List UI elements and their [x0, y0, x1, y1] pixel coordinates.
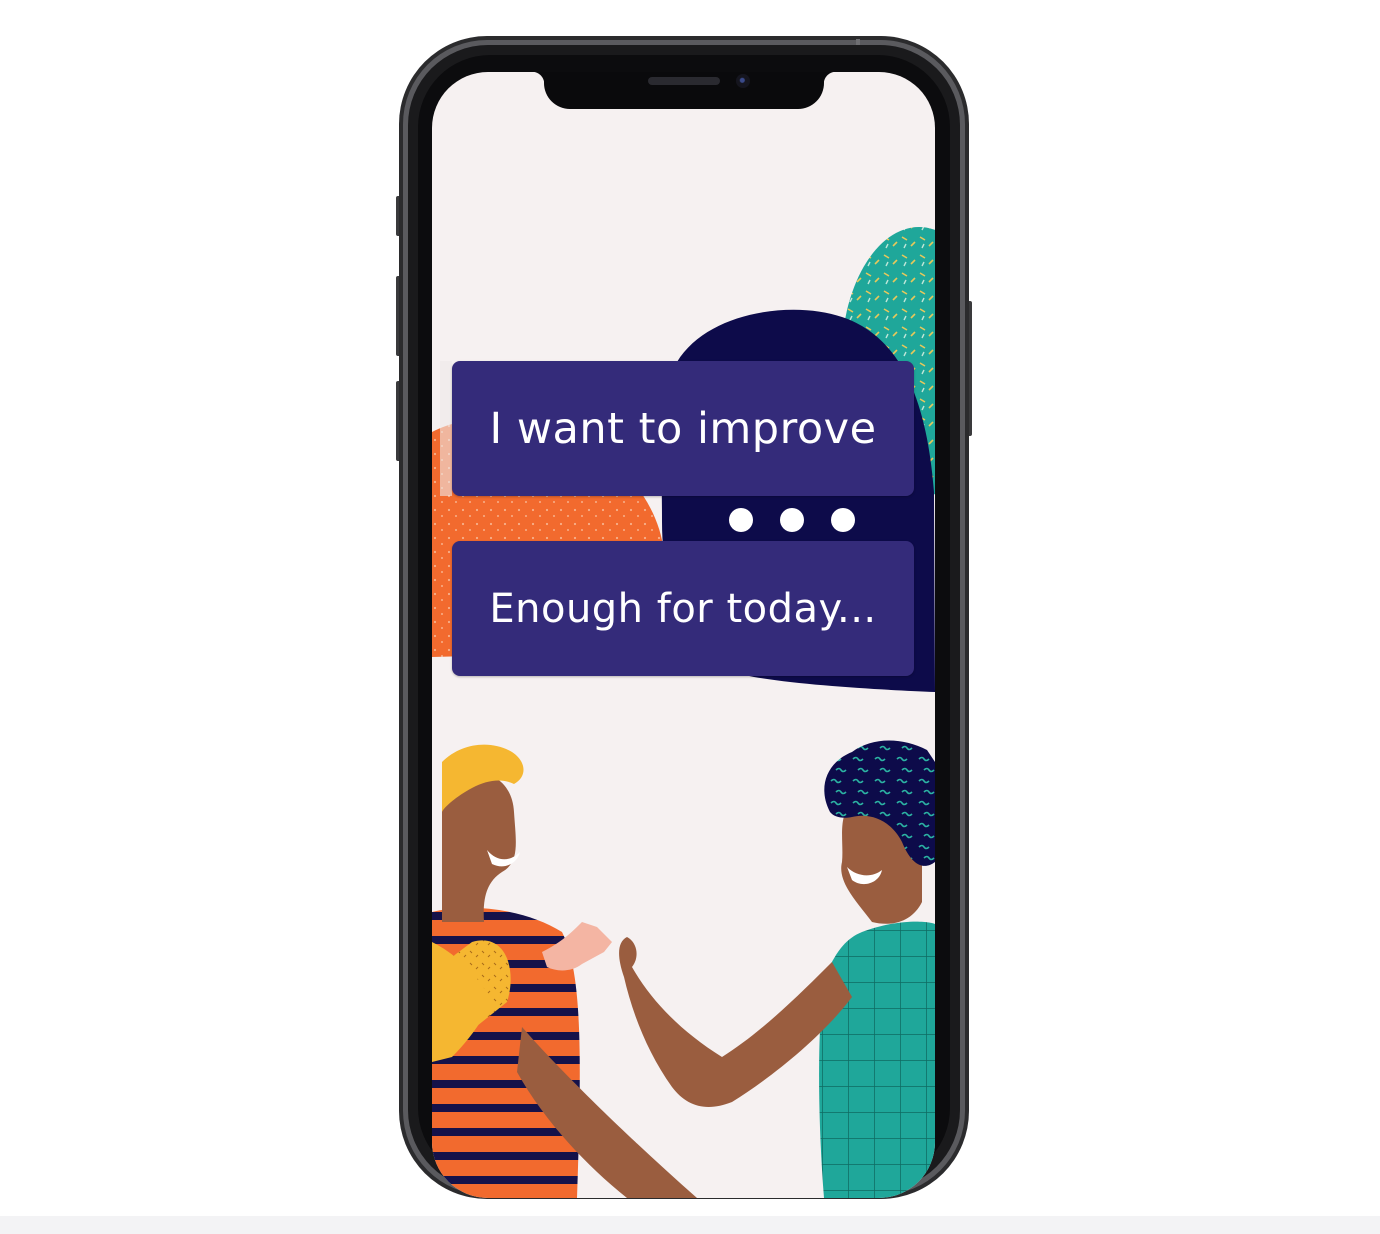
phone-notch [532, 72, 836, 109]
earpiece-speaker [648, 77, 720, 85]
typing-dot [729, 508, 753, 532]
page-bottom-strip [0, 1216, 1380, 1234]
improve-button[interactable]: I want to improve [452, 361, 914, 496]
front-camera-icon [736, 74, 750, 88]
typing-dot [831, 508, 855, 532]
typing-dot [780, 508, 804, 532]
enough-for-today-button[interactable]: Enough for today... [452, 541, 914, 676]
typing-dots-icon [729, 506, 859, 536]
phone-mockup: I want to improve Enough for today... [396, 36, 972, 1199]
phone-screen: I want to improve Enough for today... [432, 72, 935, 1198]
